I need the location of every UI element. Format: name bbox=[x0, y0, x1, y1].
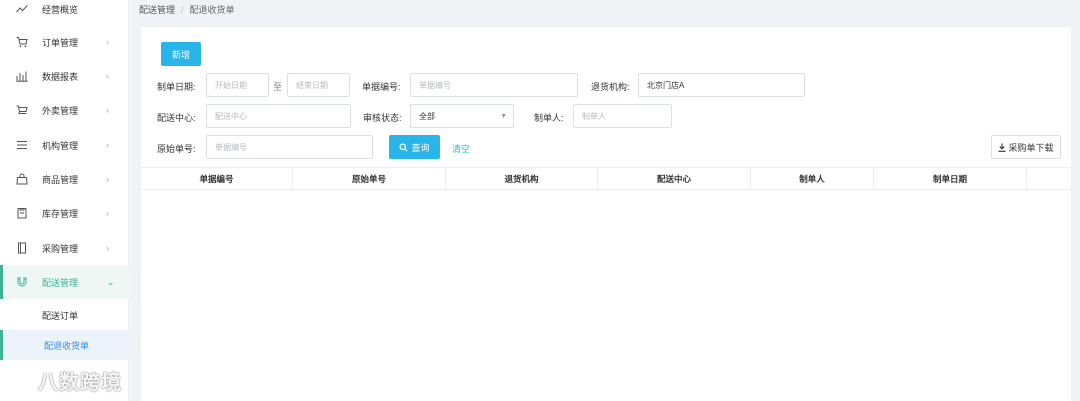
return-org-value: 北京门店A bbox=[647, 80, 685, 90]
sidebar-item-label: 商品管理 bbox=[42, 174, 79, 185]
chevron-right-icon: › bbox=[106, 174, 109, 184]
sidebar-item-label: 数据报表 bbox=[42, 71, 79, 82]
creator-label: 制单人: bbox=[534, 113, 564, 123]
search-button-label: 查询 bbox=[411, 142, 430, 153]
bag-icon bbox=[16, 173, 28, 185]
dist-center-input[interactable] bbox=[206, 104, 351, 128]
column-header[interactable]: 单据编号 bbox=[141, 168, 293, 189]
sidebar-item-delivery[interactable]: 配送管理 ⌄ bbox=[0, 265, 129, 299]
sidebar-item-label: 经营概览 bbox=[42, 4, 79, 15]
download-purchase-button[interactable]: 采购单下载 bbox=[991, 135, 1061, 159]
sidebar-item-reports[interactable]: 数据报表 › bbox=[0, 59, 129, 93]
sidebar-subitem-return-receipts[interactable]: 配退收货单 bbox=[0, 330, 129, 360]
watermark: 八数跨境 bbox=[6, 366, 122, 395]
sidebar-item-label: 配送管理 bbox=[42, 277, 79, 288]
bar-chart-icon bbox=[16, 70, 28, 82]
sidebar-item-products[interactable]: 商品管理 › bbox=[0, 162, 129, 196]
dist-center-label: 配送中心: bbox=[157, 113, 196, 123]
sidebar-item-purchasing[interactable]: 采购管理 › bbox=[0, 231, 129, 265]
breadcrumb-separator: / bbox=[181, 5, 184, 15]
column-header[interactable]: 配送中心 bbox=[598, 168, 751, 189]
sidebar-item-label: 机构管理 bbox=[42, 140, 79, 151]
return-org-input[interactable]: 北京门店A bbox=[638, 73, 805, 97]
caret-down-icon: ▼ bbox=[500, 113, 507, 120]
column-header-spacer bbox=[1027, 168, 1071, 189]
table-body bbox=[141, 190, 1071, 401]
clear-button[interactable]: 清空 bbox=[452, 142, 470, 155]
trend-icon bbox=[16, 3, 28, 15]
sidebar-item-inventory[interactable]: 库存管理 › bbox=[0, 196, 129, 230]
download-icon bbox=[998, 143, 1006, 152]
start-date-input[interactable] bbox=[206, 73, 269, 97]
breadcrumb-parent[interactable]: 配送管理 bbox=[139, 5, 175, 15]
watermark-logo-icon bbox=[8, 371, 30, 390]
end-date-input[interactable] bbox=[287, 73, 350, 97]
chevron-down-icon: ⌄ bbox=[107, 276, 115, 287]
chevron-right-icon: › bbox=[106, 71, 109, 81]
book-icon bbox=[16, 242, 28, 254]
breadcrumb: 配送管理 / 配退收货单 bbox=[139, 3, 235, 16]
delivery-cart-icon bbox=[16, 104, 28, 116]
table-header: 单据编号 原始单号 退货机构 配送中心 制单人 制单日期 bbox=[141, 167, 1071, 190]
audit-status-label: 审核状态: bbox=[363, 113, 402, 123]
add-button[interactable]: 新增 bbox=[161, 42, 201, 66]
audit-status-value: 全部 bbox=[419, 111, 435, 121]
download-button-label: 采购单下载 bbox=[1008, 142, 1054, 153]
chevron-right-icon: › bbox=[106, 37, 109, 47]
sidebar-item-orders[interactable]: 订单管理 › bbox=[0, 25, 129, 59]
sidebar-item-label: 库存管理 bbox=[42, 208, 79, 219]
main-panel: 新增 制单日期: 至 单据编号: 退货机构: 北京门店A 配送中心: 审核状态:… bbox=[141, 27, 1071, 401]
doc-no-label: 单据编号: bbox=[362, 82, 401, 92]
orig-no-label: 原始单号: bbox=[157, 144, 196, 154]
menu-lines-icon bbox=[16, 139, 28, 151]
chevron-right-icon: › bbox=[106, 243, 109, 253]
sidebar-item-label: 外卖管理 bbox=[42, 105, 79, 116]
sidebar-item-institutions[interactable]: 机构管理 › bbox=[0, 128, 129, 162]
sidebar-item-label: 采购管理 bbox=[42, 243, 79, 254]
search-button[interactable]: 查询 bbox=[389, 135, 440, 159]
sidebar-item-label: 订单管理 bbox=[42, 37, 79, 48]
column-header[interactable]: 原始单号 bbox=[293, 168, 446, 189]
sidebar-item-takeout[interactable]: 外卖管理 › bbox=[0, 93, 129, 127]
magnet-icon bbox=[16, 276, 28, 288]
clipboard-icon bbox=[16, 207, 28, 219]
date-to-label: 至 bbox=[273, 82, 283, 92]
date-label: 制单日期: bbox=[157, 82, 196, 92]
breadcrumb-current: 配退收货单 bbox=[189, 5, 235, 15]
sidebar-subitem-delivery-orders[interactable]: 配送订单 bbox=[0, 300, 129, 330]
column-header[interactable]: 制单日期 bbox=[874, 168, 1027, 189]
return-org-label: 退货机构: bbox=[591, 82, 630, 92]
doc-no-input[interactable] bbox=[410, 73, 578, 97]
chevron-right-icon: › bbox=[106, 140, 109, 150]
sidebar-subitem-label: 配送订单 bbox=[42, 310, 79, 321]
audit-status-select[interactable]: 全部 ▼ bbox=[410, 104, 514, 128]
sidebar-subitem-label: 配退收货单 bbox=[44, 340, 90, 351]
search-icon bbox=[399, 142, 409, 152]
orig-no-input[interactable] bbox=[206, 135, 373, 159]
creator-input[interactable] bbox=[573, 104, 672, 128]
chevron-right-icon: › bbox=[106, 105, 109, 115]
column-header[interactable]: 制单人 bbox=[751, 168, 874, 189]
chevron-right-icon: › bbox=[106, 208, 109, 218]
sidebar: 经营概览 订单管理 › 数据报表 › 外卖管理 › 机构管理 › 商品管理 › bbox=[0, 0, 129, 401]
cart-icon bbox=[16, 36, 28, 48]
watermark-text: 八数跨境 bbox=[38, 372, 122, 394]
column-header[interactable]: 退货机构 bbox=[446, 168, 598, 189]
sidebar-item-overview[interactable]: 经营概览 bbox=[0, 0, 129, 26]
